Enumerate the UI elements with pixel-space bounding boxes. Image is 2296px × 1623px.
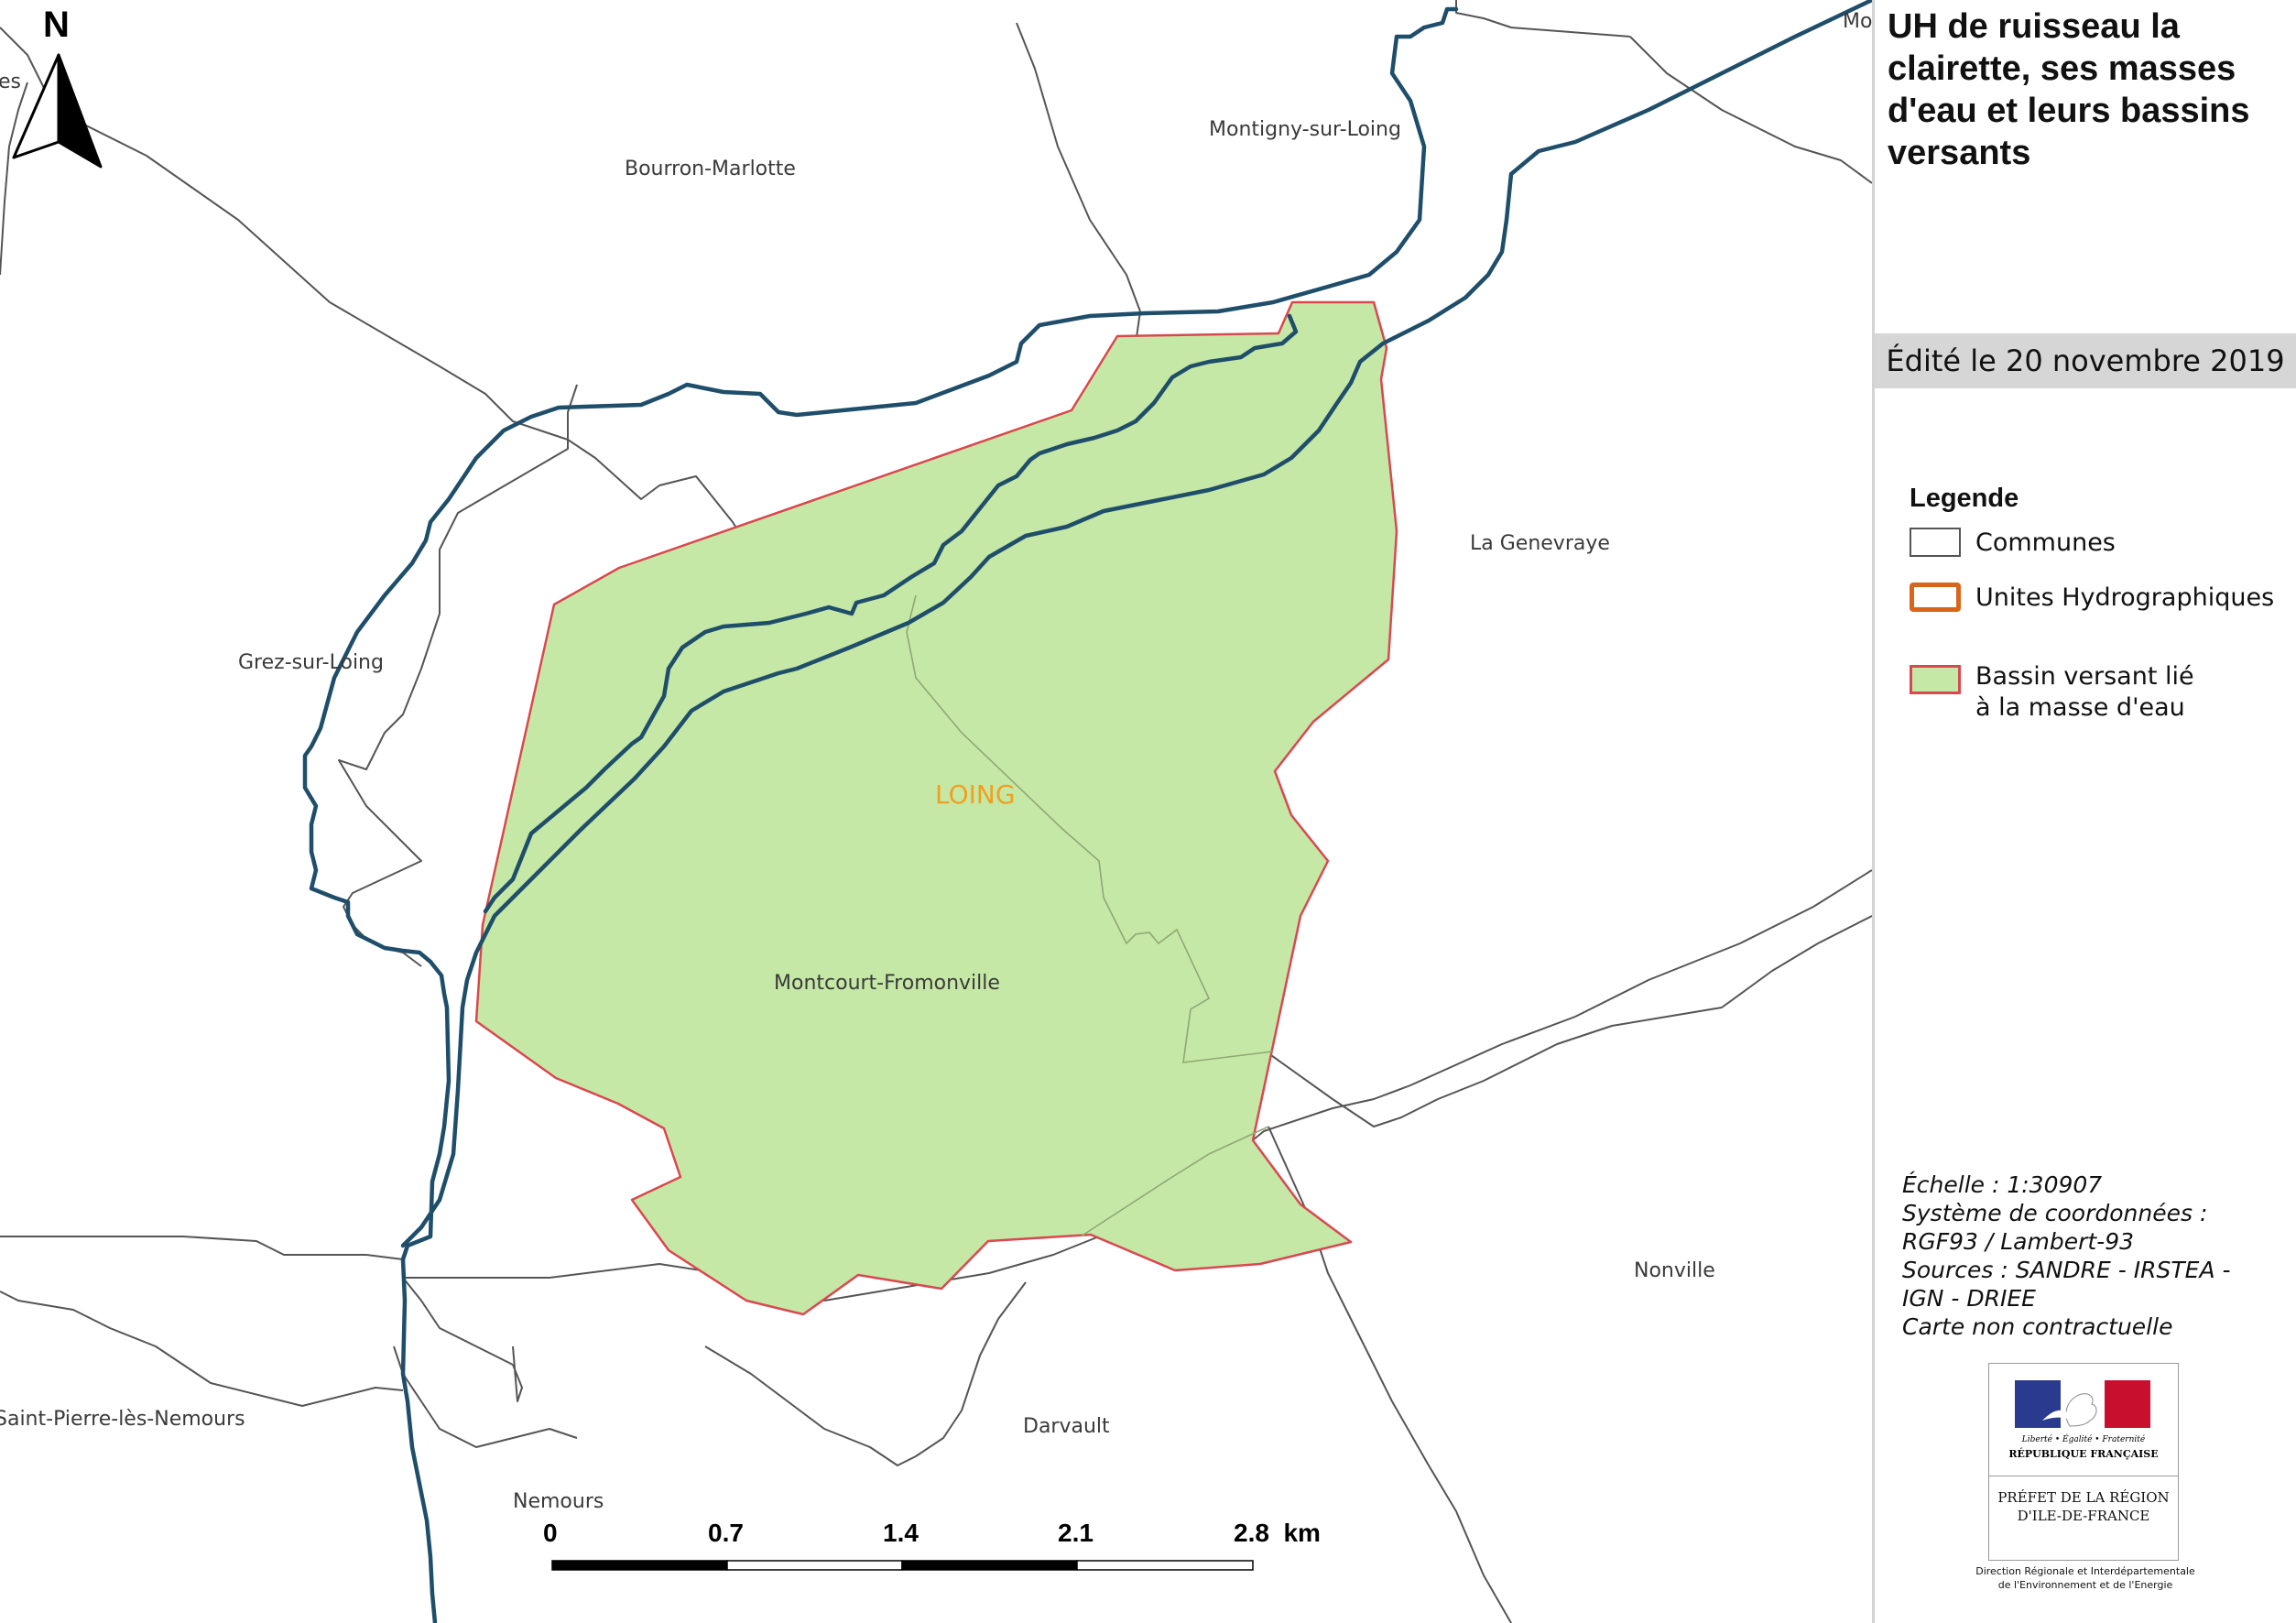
legend-item-bassin: Bassin versant lié à la masse d'eau [1910,661,2214,724]
map-frame[interactable]: Bourron-Marlotte Montigny-sur-Loing La G… [0,0,1872,1623]
scale-tick-label: 1.4 [883,1519,919,1547]
edge-label: Mo [1843,10,1872,33]
scale-tick-label: 2.8 km [1234,1519,1321,1547]
unites-swatch-icon [1910,583,1961,612]
commune-label: Grez-sur-Loing [238,651,384,674]
commune-label: Darvault [1023,1415,1110,1438]
commune-label: Montigny-sur-Loing [1209,118,1401,141]
legend-item-unites: Unites Hydrographiques [1910,583,2274,614]
edge-label: es [0,71,21,93]
legend-item-communes: Communes [1910,528,2116,559]
legend-label: Bassin versant lié à la masse d'eau [1975,662,2194,722]
info-line: RGF93 / Lambert-93 [1902,1228,2135,1255]
north-label: N [43,5,70,45]
uh-label: LOING [935,779,1016,810]
logo-republic: RÉPUBLIQUE FRANÇAISE [2008,1448,2159,1460]
bassin-swatch-icon [1910,665,1961,694]
logo-motto: Liberté • Égalité • Fraternité [2021,1435,2146,1444]
map-canvas[interactable]: Bourron-Marlotte Montigny-sur-Loing La G… [0,0,1872,1623]
info-line: Échelle : 1:30907 [1902,1171,2103,1198]
info-line: Sources : SANDRE - IRSTEA - [1902,1257,2231,1283]
info-line: Carte non contractuelle [1902,1313,2173,1340]
communes-swatch-icon [1910,528,1961,557]
scale-tick-label: 0 [543,1519,558,1547]
logo-driee: Direction Régionale et Interdépartementa… [1975,1565,2195,1591]
map-info: Échelle : 1:30907 Système de coordonnées… [1902,1171,2231,1341]
commune-label: La Genevraye [1470,532,1610,555]
commune-label: Bourron-Marlotte [625,158,796,180]
info-line: IGN - DRIEE [1902,1285,2036,1312]
prefecture-logo: Liberté • Égalité • Fraternité RÉPUBLIQU… [1988,1363,2179,1561]
commune-label: Nemours [513,1490,604,1513]
marianne-flag-icon [2015,1380,2150,1428]
legend-title: Legende [1910,484,2019,513]
legend-label: Unites Hydrographiques [1975,583,2275,612]
commune-label: Nonville [1634,1259,1715,1282]
commune-label: Saint-Pierre-lès-Nemours [0,1408,245,1431]
edit-date: Édité le 20 novembre 2019 [1875,333,2296,388]
side-panel: UH de ruisseau la clairette, ses masses … [1872,0,2296,1623]
logo-prefet: PRÉFET DE LA RÉGION D'ILE-DE-FRANCE [1997,1489,2170,1524]
info-line: Système de coordonnées : [1902,1200,2208,1226]
commune-label: Montcourt-Fromonville [774,972,1000,995]
legend-label: Communes [1975,528,2116,557]
scale-tick-label: 0.7 [708,1519,744,1547]
map-title: UH de ruisseau la clairette, ses masses … [1888,7,2250,172]
scale-tick-label: 2.1 [1058,1519,1094,1547]
